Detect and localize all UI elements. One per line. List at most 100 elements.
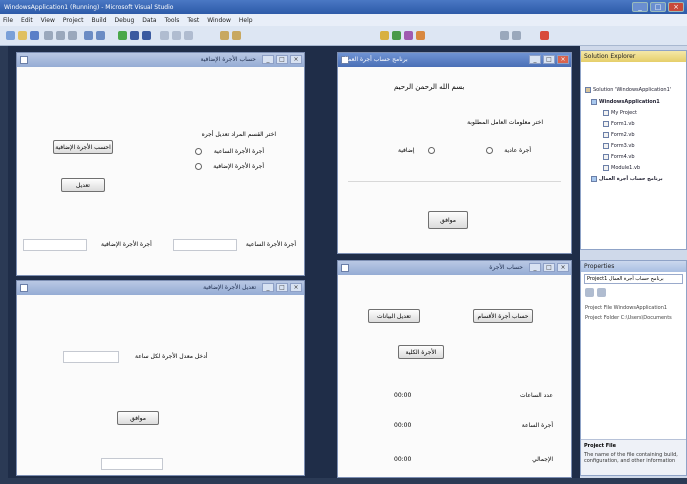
ok-button[interactable]: موافق [117,411,159,425]
step-out-icon[interactable] [184,31,193,40]
radio-overtime[interactable] [195,163,202,170]
right-sidebar: Solution Explorer Solution 'WindowsAppli… [580,46,687,478]
minimize-button[interactable]: _ [632,2,648,12]
hourly-rate-label: أجرة الساعة [521,422,553,429]
tree-label: Form3.vb [611,143,635,149]
menu-test[interactable]: Test [187,17,199,24]
tree-label: Module1.vb [611,165,641,171]
form-close-button[interactable]: × [557,263,569,272]
window-title: WindowsApplication1 (Running) - Microsof… [4,3,174,11]
form-maximize-button[interactable]: □ [276,55,288,64]
menu-file[interactable]: File [3,17,13,24]
tree-item-project[interactable]: WindowsApplication1 [591,99,660,105]
form-close-button[interactable]: × [557,55,569,64]
rate-input[interactable] [63,351,119,363]
hours-label: عدد الساعات [519,392,553,399]
form-minimize-button[interactable]: _ [262,283,274,292]
form-maximize-button[interactable]: □ [276,283,288,292]
new-project-icon[interactable] [6,31,15,40]
menu-tools[interactable]: Tools [165,17,180,24]
radio-regular[interactable] [486,147,493,154]
choice-prompt-label: اختر معلومات العامل المطلوبة [467,119,543,126]
step-over-icon[interactable] [172,31,181,40]
breakpoint-icon[interactable] [540,31,549,40]
categorized-icon[interactable] [585,288,594,297]
hours-value: 00:00 [394,392,412,399]
total-wage-button[interactable]: الأجرة الكلية [398,345,444,359]
tree-label: WindowsApplication1 [599,99,660,105]
form-maximize-button[interactable]: □ [543,263,555,272]
result-field[interactable] [101,458,163,470]
menu-view[interactable]: View [41,17,55,24]
form-minimize-button[interactable]: _ [529,263,541,272]
form-close-button[interactable]: × [290,283,302,292]
solution-explorer-title: Solution Explorer [581,51,686,62]
solution-explorer-icon[interactable] [392,31,401,40]
tree-item-project2[interactable]: برنامج حساب أجرة العمال [591,176,663,182]
tree-item-my-project[interactable]: My Project [603,110,637,116]
redo-icon[interactable] [96,31,105,40]
radio-overtime-label: أجرة الأجرة الإضافية [213,163,264,170]
description-box: Project File The name of the file contai… [581,439,686,475]
menu-edit[interactable]: Edit [21,17,33,24]
form-minimize-button[interactable]: _ [529,55,541,64]
tree-item-form3[interactable]: Form3.vb [603,143,635,149]
maximize-button[interactable]: □ [650,2,666,12]
save-icon[interactable] [30,31,39,40]
form-minimize-button[interactable]: _ [262,55,274,64]
properties-icon[interactable] [404,31,413,40]
layout-icon[interactable] [500,31,509,40]
module-file-icon [603,165,609,171]
menu-debug[interactable]: Debug [115,17,135,24]
menu-window[interactable]: Window [207,17,231,24]
menu-build[interactable]: Build [91,17,106,24]
tree-item-module[interactable]: Module1.vb [603,165,640,171]
tree-label: Form4.vb [611,154,635,160]
object-selector[interactable]: Project1 برنامج حساب أجرة العمال [584,274,683,284]
tree-item-form1[interactable]: Form1.vb [603,121,635,127]
form-maximize-button[interactable]: □ [543,55,555,64]
form-file-icon [603,121,609,127]
tree-item-form2[interactable]: Form2.vb [603,132,635,138]
edit-data-button[interactable]: تعديل البيانات [368,309,420,323]
property-row[interactable]: Project File WindowsApplication1 [585,305,667,311]
radio-overtime-label: إضافية [398,147,415,154]
step-into-icon[interactable] [160,31,169,40]
menu-project[interactable]: Project [63,17,84,24]
menu-data[interactable]: Data [142,17,156,24]
rate-prompt-label: أدخل معدل الأجرة لكل ساعة [135,353,208,360]
format-icon[interactable] [232,31,241,40]
open-file-icon[interactable] [18,31,27,40]
form-file-icon [603,143,609,149]
hourly-output-field[interactable] [173,239,237,251]
form-caption: برنامج حساب أجرة العمال _ □ × [338,53,571,67]
radio-hourly[interactable] [195,148,202,155]
pause-icon[interactable] [130,31,139,40]
stop-icon[interactable] [142,31,151,40]
copy-icon[interactable] [56,31,65,40]
tree-label: Solution 'WindowsApplication1' [593,87,672,93]
tree-item-solution[interactable]: Solution 'WindowsApplication1' [585,87,671,93]
ok-button[interactable]: موافق [428,211,468,229]
grid-icon[interactable] [512,31,521,40]
start-debug-icon[interactable] [118,31,127,40]
form-close-button[interactable]: × [290,55,302,64]
tree-label: My Project [611,110,637,116]
undo-icon[interactable] [84,31,93,40]
calc-button[interactable]: احسب الأجرة الإضافية [53,140,113,154]
menu-help[interactable]: Help [239,17,253,24]
close-button[interactable]: × [668,2,684,12]
alphabetical-icon[interactable] [597,288,606,297]
overtime-output-field[interactable] [23,239,87,251]
cut-icon[interactable] [44,31,53,40]
paste-icon[interactable] [68,31,77,40]
toolbox-icon[interactable] [416,31,425,40]
radio-overtime[interactable] [428,147,435,154]
property-row[interactable]: Project Folder C:\Users\Documents [585,315,672,321]
tree-item-form4[interactable]: Form4.vb [603,154,635,160]
department-wage-button[interactable]: حساب أجرة الأقسام [473,309,533,323]
find-icon[interactable] [380,31,389,40]
align-icon[interactable] [220,31,229,40]
mdi-desktop: حساب الأجرة الإضافية _ □ × اختر القسم ال… [8,46,580,478]
edit-button[interactable]: تعديل [61,178,105,192]
